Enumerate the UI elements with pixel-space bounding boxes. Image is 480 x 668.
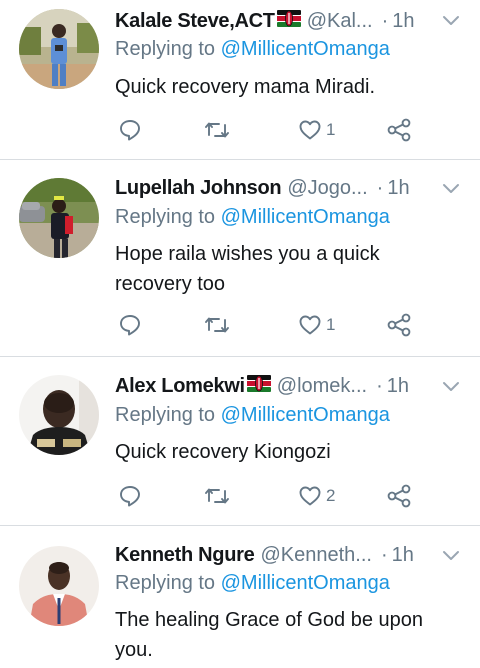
timestamp[interactable]: 1h xyxy=(387,177,409,200)
replying-to: Replying to @MillicentOmanga xyxy=(115,572,390,602)
avatar[interactable] xyxy=(19,375,99,455)
tweet-text: Quick recovery mama Miradi. xyxy=(115,76,376,98)
heart-icon xyxy=(298,118,322,142)
tweet[interactable]: Alex Lomekwi @lomek... · 1h Replying to … xyxy=(0,357,480,525)
share-button[interactable] xyxy=(386,481,412,511)
tweet[interactable]: Kenneth Ngure @Kenneth... · 1h Replying … xyxy=(0,526,480,668)
separator-dot: · xyxy=(381,9,389,32)
like-button[interactable]: 1 xyxy=(298,310,335,340)
retweet-button[interactable] xyxy=(204,115,234,145)
tweet-actions: 1 xyxy=(0,115,480,145)
kenya-flag-icon xyxy=(246,374,271,398)
tweet-header: Lupellah Johnson @Jogo... · 1h xyxy=(115,173,480,203)
avatar[interactable] xyxy=(19,9,99,89)
user-handle[interactable]: @Jogo... xyxy=(287,177,367,200)
like-button[interactable]: 1 xyxy=(298,115,335,145)
share-icon xyxy=(386,117,412,143)
timestamp[interactable]: 1h xyxy=(387,375,409,398)
tweet[interactable]: Lupellah Johnson @Jogo... · 1h Replying … xyxy=(0,160,480,356)
display-name[interactable]: Kenneth Ngure xyxy=(115,544,255,567)
heart-icon xyxy=(298,484,322,508)
replying-to-mention[interactable]: @MillicentOmanga xyxy=(221,572,390,594)
share-icon xyxy=(386,483,412,509)
kenya-flag-icon xyxy=(276,9,301,33)
replying-to: Replying to @MillicentOmanga xyxy=(115,404,390,434)
tweet-text: The healing Grace of God be upon you. xyxy=(115,609,423,661)
separator-dot: · xyxy=(380,543,388,566)
like-count: 1 xyxy=(326,120,336,139)
retweet-button[interactable] xyxy=(204,481,234,511)
like-count: 1 xyxy=(326,315,336,334)
replying-to: Replying to @MillicentOmanga xyxy=(115,38,390,68)
reply-icon xyxy=(118,484,142,508)
timestamp[interactable]: 1h xyxy=(392,10,414,33)
retweet-button[interactable] xyxy=(204,310,234,340)
replying-to-label: Replying to xyxy=(115,404,221,426)
share-icon xyxy=(386,312,412,338)
retweet-icon xyxy=(204,484,230,508)
chevron-down-icon[interactable] xyxy=(442,182,460,200)
timestamp[interactable]: 1h xyxy=(392,544,414,567)
chevron-down-icon[interactable] xyxy=(442,14,460,32)
retweet-icon xyxy=(204,118,230,142)
tweet[interactable]: Kalale Steve,ACT @Kal... · 1h Replying t… xyxy=(0,0,480,160)
replying-to-label: Replying to xyxy=(115,206,221,228)
display-name[interactable]: Kalale Steve,ACT xyxy=(115,10,275,33)
separator-dot: · xyxy=(376,374,383,397)
retweet-icon xyxy=(204,313,230,337)
reply-icon xyxy=(118,118,142,142)
reply-button[interactable] xyxy=(118,115,146,145)
display-name[interactable]: Alex Lomekwi xyxy=(115,375,245,398)
replying-to-mention[interactable]: @MillicentOmanga xyxy=(221,404,390,426)
like-button[interactable]: 2 xyxy=(298,481,335,511)
avatar[interactable] xyxy=(19,178,99,258)
replying-to-mention[interactable]: @MillicentOmanga xyxy=(221,206,390,228)
separator-dot: · xyxy=(376,176,384,199)
replying-to-label: Replying to xyxy=(115,38,221,60)
reply-button[interactable] xyxy=(118,310,146,340)
tweet-actions: 1 xyxy=(0,310,480,340)
replying-to-label: Replying to xyxy=(115,572,221,594)
tweet-text: Quick recovery Kiongozi xyxy=(115,441,331,463)
tweet-header: Kalale Steve,ACT @Kal... · 1h xyxy=(115,6,480,36)
reply-button[interactable] xyxy=(118,481,146,511)
avatar[interactable] xyxy=(19,546,99,626)
share-button[interactable] xyxy=(386,310,412,340)
display-name[interactable]: Lupellah Johnson xyxy=(115,177,282,200)
heart-icon xyxy=(298,313,322,337)
user-handle[interactable]: @Kenneth... xyxy=(260,544,371,567)
tweet-text: Hope raila wishes you a quick recovery t… xyxy=(115,243,380,295)
like-count: 2 xyxy=(326,486,336,505)
replying-to: Replying to @MillicentOmanga xyxy=(115,206,390,236)
user-handle[interactable]: @Kal... xyxy=(307,10,373,33)
tweet-header: Alex Lomekwi @lomek... · 1h xyxy=(115,371,480,401)
share-button[interactable] xyxy=(386,115,412,145)
reply-icon xyxy=(118,313,142,337)
tweet-header: Kenneth Ngure @Kenneth... · 1h xyxy=(115,540,480,570)
chevron-down-icon[interactable] xyxy=(442,380,460,398)
tweet-actions: 2 xyxy=(0,481,480,511)
replying-to-mention[interactable]: @MillicentOmanga xyxy=(221,38,390,60)
user-handle[interactable]: @lomek... xyxy=(277,375,367,398)
chevron-down-icon[interactable] xyxy=(442,549,460,567)
